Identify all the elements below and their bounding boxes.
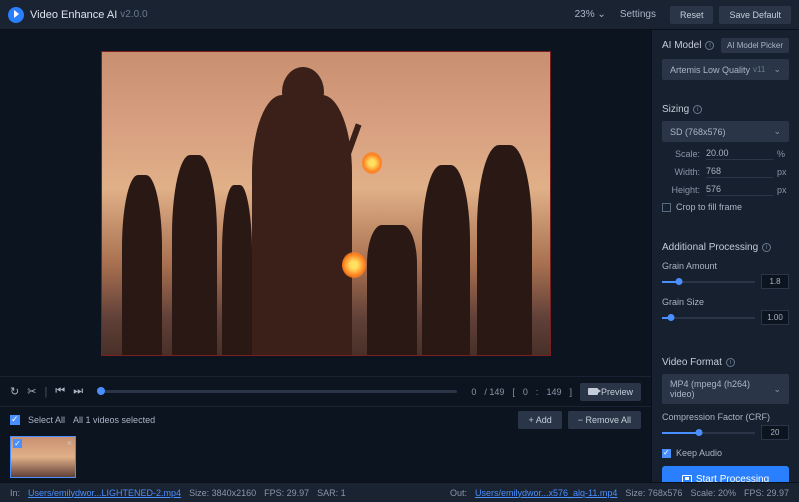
range-end: 149 [546, 387, 561, 397]
save-icon [682, 475, 692, 483]
ai-model-label: AI Model [662, 40, 701, 51]
selection-info: All 1 videos selected [73, 415, 155, 425]
divider-icon: | [44, 386, 47, 398]
output-path[interactable]: Users/emilydwor...x576_alq-11.mp4 [475, 488, 617, 498]
start-processing-button[interactable]: Start Processing [662, 466, 789, 482]
select-all-checkbox[interactable] [10, 415, 20, 425]
info-icon[interactable]: i [693, 105, 702, 114]
thumbnail-checkbox[interactable]: ✓ [13, 439, 22, 448]
settings-sidebar: AI Model i AI Model Picker Artemis Low Qua… [651, 30, 799, 482]
playback-controls: ↻ ✂ | ⏮ ⏭ 0 / 149 [ 0 : 149 ] Preview [0, 376, 651, 406]
grain-amount-value[interactable]: 1.8 [761, 274, 789, 289]
app-title: Video Enhance AI [30, 9, 117, 21]
crf-value[interactable]: 20 [761, 425, 789, 440]
additional-processing-label: Additional Processing [662, 242, 758, 253]
out-label: Out: [450, 488, 467, 498]
zoom-dropdown[interactable]: 23% ⌄ [575, 9, 606, 20]
remove-all-button[interactable]: − Remove All [568, 411, 641, 429]
grain-amount-label: Grain Amount [662, 261, 789, 271]
total-frames: / 149 [484, 387, 504, 397]
in-label: In: [10, 488, 20, 498]
video-frame[interactable] [101, 51, 551, 356]
grain-size-slider[interactable] [662, 317, 755, 319]
output-fps: FPS: 29.97 [744, 488, 789, 498]
preview-area [0, 30, 651, 376]
info-icon[interactable]: i [705, 41, 714, 50]
select-all-label[interactable]: Select All [28, 415, 65, 425]
grain-size-value[interactable]: 1.00 [761, 310, 789, 325]
selection-bar: Select All All 1 videos selected + Add −… [0, 406, 651, 432]
camera-icon [588, 388, 598, 395]
model-picker-button[interactable]: AI Model Picker [721, 38, 789, 53]
crf-label: Compression Factor (CRF) [662, 412, 789, 422]
crf-slider[interactable] [662, 432, 755, 434]
video-thumbnail[interactable]: ✓ × [10, 436, 76, 478]
app-logo-icon [8, 7, 24, 23]
status-bar: In: Users/emilydwor...LIGHTENED-2.mp4 Si… [0, 482, 799, 502]
preview-button[interactable]: Preview [580, 383, 641, 401]
range-start: 0 [523, 387, 528, 397]
width-input[interactable] [706, 165, 773, 178]
video-format-dropdown[interactable]: MP4 (mpeg4 (h264) video) [662, 374, 789, 404]
thumbnail-remove-icon[interactable]: × [67, 438, 72, 448]
sizing-preset-dropdown[interactable]: SD (768x576) [662, 121, 789, 142]
reset-button[interactable]: Reset [670, 6, 714, 24]
crop-label: Crop to fill frame [676, 202, 742, 212]
height-input[interactable] [706, 183, 773, 196]
video-format-label: Video Format [662, 357, 722, 368]
input-size: Size: 3840x2160 [189, 488, 256, 498]
cut-icon[interactable]: ✂ [27, 385, 36, 398]
keep-audio-label: Keep Audio [676, 448, 722, 458]
next-frame-icon[interactable]: ⏭ [73, 385, 83, 398]
info-icon[interactable]: i [726, 358, 735, 367]
title-bar: Video Enhance AI v2.0.0 23% ⌄ Settings R… [0, 0, 799, 30]
app-version: v2.0.0 [120, 9, 147, 20]
keep-audio-checkbox[interactable] [662, 449, 671, 458]
input-sar: SAR: 1 [317, 488, 346, 498]
grain-size-label: Grain Size [662, 297, 789, 307]
input-fps: FPS: 29.97 [264, 488, 309, 498]
scale-input[interactable] [706, 147, 773, 160]
grain-amount-slider[interactable] [662, 281, 755, 283]
input-path[interactable]: Users/emilydwor...LIGHTENED-2.mp4 [28, 488, 181, 498]
settings-link[interactable]: Settings [620, 9, 656, 20]
add-button[interactable]: + Add [518, 411, 561, 429]
output-scale: Scale: 20% [690, 488, 736, 498]
timeline-slider[interactable] [97, 390, 457, 393]
loop-icon[interactable]: ↻ [10, 385, 19, 398]
ai-model-dropdown[interactable]: Artemis Low Qualityv11 [662, 59, 789, 80]
current-frame: 0 [471, 387, 476, 397]
save-default-button[interactable]: Save Default [719, 6, 791, 24]
sizing-label: Sizing [662, 104, 689, 115]
output-size: Size: 768x576 [625, 488, 682, 498]
crop-checkbox[interactable] [662, 203, 671, 212]
info-icon[interactable]: i [762, 243, 771, 252]
prev-frame-icon[interactable]: ⏮ [55, 385, 65, 398]
thumbnail-strip: ✓ × [0, 432, 651, 482]
